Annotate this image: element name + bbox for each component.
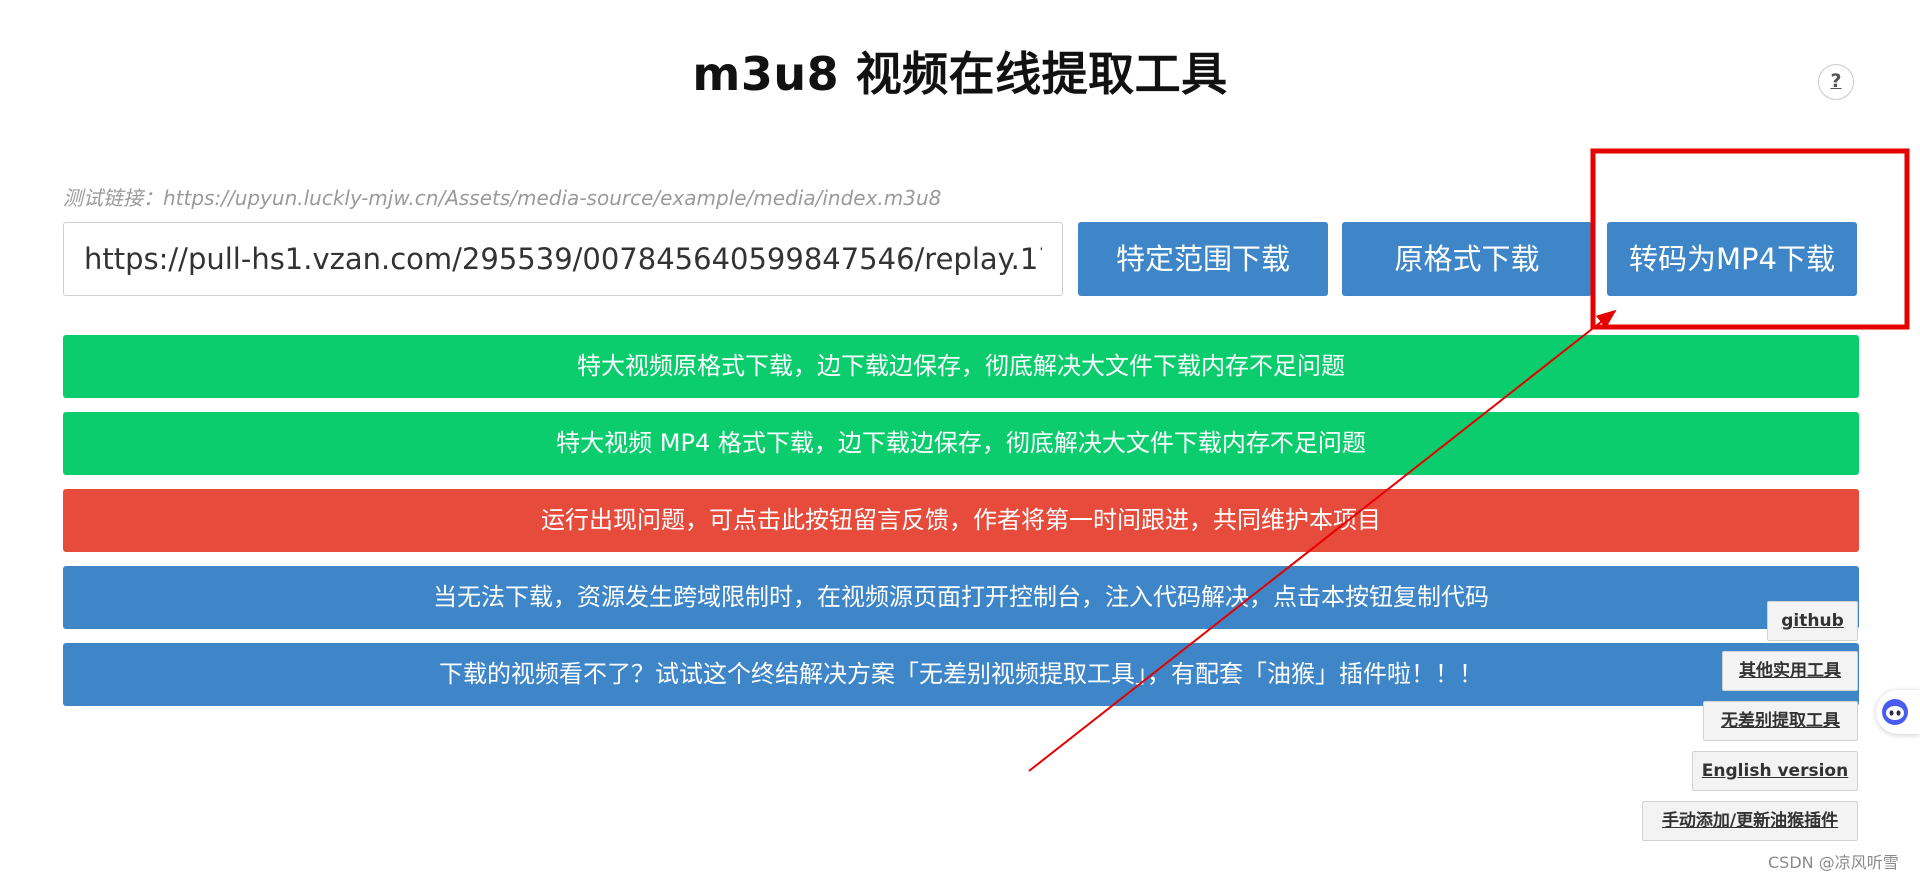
universal-tool-link[interactable]: 无差别提取工具 [1703, 701, 1858, 741]
mp4-download-button[interactable]: 转码为MP4下载 [1607, 222, 1857, 296]
feedback-bar[interactable]: 运行出现问题，可点击此按钮留言反馈，作者将第一时间跟进，共同维护本项目 [63, 489, 1859, 552]
range-download-button[interactable]: 特定范围下载 [1078, 222, 1328, 296]
other-tools-link[interactable]: 其他实用工具 [1722, 651, 1858, 691]
ultimate-solution-bar[interactable]: 下载的视频看不了？试试这个终结解决方案「无差别视频提取工具」，有配套「油猴」插件… [63, 643, 1859, 706]
help-button[interactable]: ? [1818, 64, 1854, 100]
test-link-hint: 测试链接：https://upyun.luckly-mjw.cn/Assets/… [63, 186, 942, 210]
m3u8-url-input[interactable] [63, 222, 1063, 296]
stream-original-download-bar[interactable]: 特大视频原格式下载，边下载边保存，彻底解决大文件下载内存不足问题 [63, 335, 1859, 398]
userscript-update-link[interactable]: 手动添加/更新油猴插件 [1642, 801, 1858, 841]
cors-copy-code-bar[interactable]: 当无法下载，资源发生跨域限制时，在视频源页面打开控制台，注入代码解决，点击本按钮… [63, 566, 1859, 629]
csdn-watermark: CSDN @凉风听雪 [1768, 853, 1899, 872]
page-title: m3u8 视频在线提取工具 [692, 47, 1228, 101]
github-link[interactable]: github [1767, 601, 1858, 641]
robot-face-icon [1882, 699, 1908, 725]
english-version-link[interactable]: English version [1692, 751, 1858, 791]
stream-mp4-download-bar[interactable]: 特大视频 MP4 格式下载，边下载边保存，彻底解决大文件下载内存不足问题 [63, 412, 1859, 475]
original-download-button[interactable]: 原格式下载 [1342, 222, 1592, 296]
assistant-widget[interactable] [1876, 690, 1920, 734]
